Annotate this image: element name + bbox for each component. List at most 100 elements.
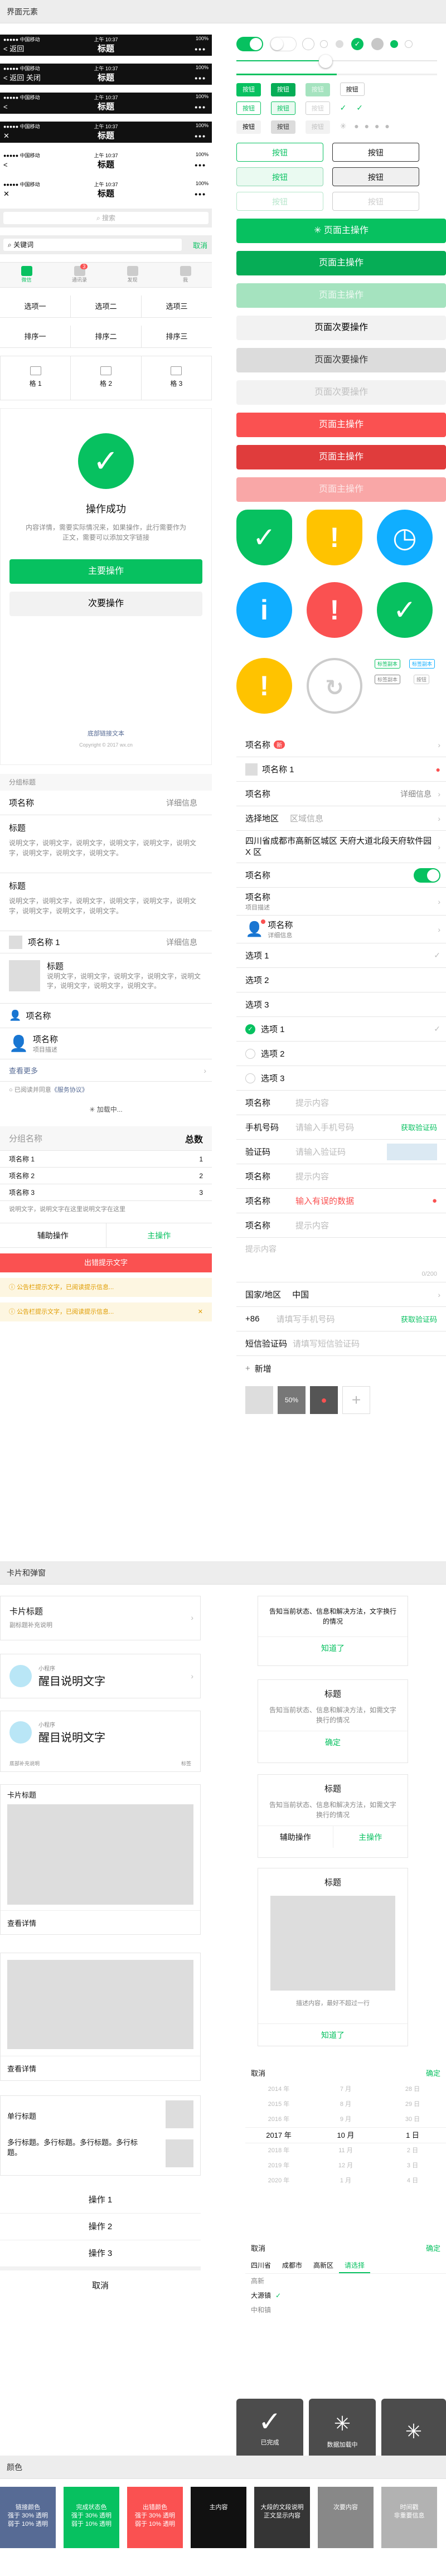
- primary-loading-button[interactable]: ✳ 页面主操作: [236, 219, 446, 243]
- card-list[interactable]: 单行标题 多行标题。多行标题。多行标题。多行标题。: [0, 2095, 201, 2176]
- form-input[interactable]: 输入有误的数据: [295, 1195, 354, 1207]
- cell-badge[interactable]: 项名称新 ›: [236, 733, 446, 757]
- checkbox-option[interactable]: ✓ 选项 1 ✓: [236, 1017, 446, 1042]
- radio-off[interactable]: [302, 38, 314, 50]
- more-icon[interactable]: •••: [195, 71, 206, 85]
- dot-on[interactable]: [390, 40, 398, 48]
- tab-item[interactable]: 发现: [106, 263, 159, 287]
- cell-phone[interactable]: +86 请填写手机号码 获取验证码: [236, 1307, 446, 1331]
- picker-option[interactable]: 7 月: [312, 2082, 379, 2097]
- search-bar-empty[interactable]: ⌕ 搜索: [0, 209, 212, 227]
- get-code-button[interactable]: 获取验证码: [401, 1314, 437, 1324]
- dialog-confirm-button[interactable]: 确定: [258, 1731, 408, 1753]
- add-image-icon[interactable]: +: [342, 1386, 370, 1414]
- picker-option[interactable]: 2 日: [379, 2143, 446, 2158]
- more-icon[interactable]: •••: [195, 100, 206, 114]
- region-tab[interactable]: 高新区: [308, 2257, 339, 2273]
- form-input[interactable]: 提示内容: [295, 1097, 329, 1108]
- action-sheet-cancel[interactable]: 取消: [0, 2267, 201, 2298]
- form-row[interactable]: 项名称 输入有误的数据 ●: [236, 1189, 446, 1213]
- segment-option[interactable]: 选项二: [71, 296, 142, 317]
- secondary-action-button[interactable]: 次要操作: [9, 592, 202, 616]
- action-sheet-item[interactable]: 操作 2: [0, 2214, 201, 2240]
- picker-option[interactable]: 2018 年: [245, 2143, 312, 2158]
- switch-off[interactable]: [270, 37, 297, 51]
- radio-option[interactable]: 选项 3: [236, 992, 446, 1017]
- get-code-button[interactable]: 获取验证码: [401, 1122, 437, 1132]
- outline-button-green-press[interactable]: 按钮: [236, 167, 323, 186]
- card-image-2[interactable]: 查看详情: [0, 1953, 201, 2081]
- primary-button-disabled[interactable]: 页面主操作: [236, 283, 446, 308]
- agreement[interactable]: ○ 已阅读并同意《服务协议》: [0, 1082, 212, 1098]
- main-action-button[interactable]: 主操作: [106, 1223, 212, 1247]
- grid-item[interactable]: 格 3: [142, 356, 211, 400]
- picker-option[interactable]: 2015 年: [245, 2097, 312, 2112]
- picker-option[interactable]: 28 日: [379, 2082, 446, 2097]
- form-input[interactable]: 提示内容: [295, 1219, 329, 1231]
- region-option[interactable]: 大源镇 ✓: [251, 2288, 446, 2303]
- region-tab[interactable]: 成都市: [277, 2257, 308, 2273]
- mini-button-outline-press[interactable]: 按钮: [270, 101, 295, 115]
- close-icon[interactable]: ✕: [198, 1302, 203, 1321]
- mini-button-pressed[interactable]: 按钮: [270, 83, 295, 96]
- secondary-button-pressed[interactable]: 页面次要操作: [236, 348, 446, 372]
- more-icon[interactable]: •••: [195, 129, 206, 143]
- add-row[interactable]: + 新增: [236, 1356, 446, 1381]
- action-sheet-item[interactable]: 操作 3: [0, 2240, 201, 2267]
- checkbox-option[interactable]: 选项 3: [236, 1066, 446, 1091]
- sms-input[interactable]: 请填写短信验证码: [293, 1338, 360, 1349]
- mini-button-default-press[interactable]: 按钮: [270, 120, 295, 134]
- region-cancel-button[interactable]: 取消: [251, 2243, 265, 2253]
- see-more-link[interactable]: 查看更多 ›: [0, 1059, 212, 1082]
- danger-button-disabled[interactable]: 页面主操作: [236, 477, 446, 502]
- switch-on[interactable]: [414, 868, 440, 883]
- picker-option[interactable]: 2016 年: [245, 2112, 312, 2127]
- form-row[interactable]: 手机号码 请输入手机号码 获取验证码: [236, 1115, 446, 1140]
- outline-button-black[interactable]: 按钮: [332, 143, 419, 162]
- media-cell[interactable]: 标题 说明文字，说明文字，说明文字，说明文字，说明文字，说明文字，说明文字，说明…: [0, 953, 212, 1004]
- picker-cancel-button[interactable]: 取消: [251, 2067, 265, 2078]
- card-miniprogram[interactable]: 小程序 醒目说明文字 ›: [0, 1654, 201, 1698]
- sort-option[interactable]: 排序二: [71, 326, 142, 347]
- tab-item[interactable]: 微信: [0, 263, 53, 287]
- secondary-button[interactable]: 页面次要操作: [236, 316, 446, 340]
- outline-button-black-press[interactable]: 按钮: [332, 167, 419, 186]
- picker-option[interactable]: 2020 年: [245, 2173, 312, 2188]
- list-cell-icon[interactable]: 项名称 1 详细信息: [0, 931, 212, 953]
- picker-option[interactable]: 9 月: [312, 2112, 379, 2127]
- mini-button-outline-dis[interactable]: 按钮: [305, 101, 330, 115]
- picker-year-column[interactable]: 2014 年 2015 年 2016 年 2017 年 2018 年 2019 年 2020…: [245, 2082, 312, 2188]
- picker-confirm-button[interactable]: 确定: [426, 2067, 440, 2078]
- cell-sub[interactable]: 项名称 项目描述 ›: [236, 888, 446, 916]
- dialog-aux-button[interactable]: 辅助操作: [258, 1826, 333, 1848]
- mini-button-primary[interactable]: 按钮: [236, 83, 261, 96]
- mini-button-default-dis[interactable]: 按钮: [305, 120, 330, 134]
- picker-option[interactable]: 2019 年: [245, 2158, 312, 2173]
- segment-option[interactable]: 选项一: [0, 296, 71, 317]
- search-bar-filled[interactable]: ⌕ 关键词 取消: [0, 235, 212, 254]
- dot-off[interactable]: [405, 40, 413, 48]
- sort-option[interactable]: 排序一: [0, 326, 71, 347]
- search-cancel-button[interactable]: 取消: [193, 240, 207, 250]
- picker-month-column[interactable]: 7 月8 月9 月 10 月 11 月 12 月1 月: [312, 2082, 379, 2188]
- form-input[interactable]: 提示内容: [295, 1170, 329, 1182]
- cell-sms[interactable]: 短信验证码 请填写短信验证码: [236, 1331, 446, 1356]
- dialog-ok-button[interactable]: 知道了: [258, 2023, 408, 2046]
- mini-button-outline[interactable]: 按钮: [340, 83, 365, 96]
- mini-button-default[interactable]: 按钮: [236, 120, 261, 134]
- cell-country[interactable]: 国家/地区 中国 ›: [236, 1282, 446, 1307]
- card-link[interactable]: 查看详情: [1, 1910, 200, 1935]
- picker-option[interactable]: 1 日: [379, 2127, 446, 2143]
- more-icon[interactable]: •••: [195, 158, 206, 172]
- segment-option[interactable]: 选项三: [142, 296, 212, 317]
- action-sheet-item[interactable]: 操作 1: [0, 2187, 201, 2214]
- picker-option[interactable]: 8 月: [312, 2097, 379, 2112]
- phone-input[interactable]: 请填写手机号码: [276, 1313, 334, 1325]
- picker-option[interactable]: 12 月: [312, 2158, 379, 2173]
- captcha-image[interactable]: [387, 1143, 437, 1160]
- form-row[interactable]: 项名称 提示内容: [236, 1164, 446, 1189]
- radio-small[interactable]: [320, 40, 328, 48]
- cell-avatar[interactable]: 项名称 1 ●: [236, 757, 446, 782]
- cell-region[interactable]: 选择地区 区域信息 ›: [236, 806, 446, 831]
- picker-option[interactable]: 1 月: [312, 2173, 379, 2188]
